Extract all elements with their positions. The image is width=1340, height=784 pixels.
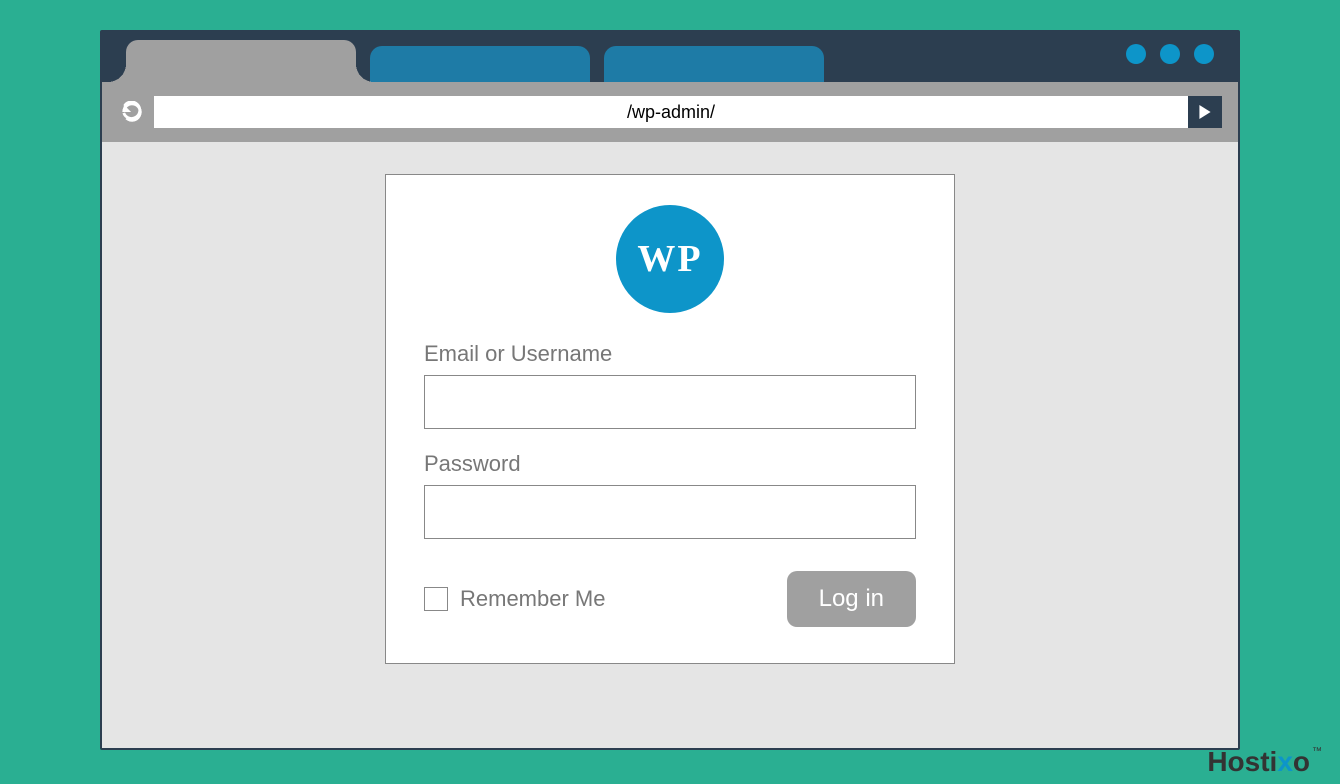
- login-button[interactable]: Log in: [787, 571, 916, 627]
- go-button[interactable]: [1188, 96, 1222, 128]
- brand-accent: x: [1277, 746, 1293, 777]
- reload-button[interactable]: [118, 98, 146, 126]
- password-label: Password: [424, 451, 916, 477]
- remember-me-label: Remember Me: [460, 586, 605, 612]
- window-dot-2[interactable]: [1160, 44, 1180, 64]
- window-controls: [1126, 44, 1214, 64]
- brand-part1: Hosti: [1207, 746, 1277, 777]
- logo-container: WP: [424, 205, 916, 313]
- email-input[interactable]: [424, 375, 916, 429]
- password-field-group: Password: [424, 451, 916, 539]
- login-card: WP Email or Username Password Remember M…: [385, 174, 955, 664]
- browser-toolbar: [102, 82, 1238, 142]
- wp-logo: WP: [616, 205, 724, 313]
- password-input[interactable]: [424, 485, 916, 539]
- brand-part2: o: [1293, 746, 1310, 777]
- wp-logo-text: WP: [637, 237, 702, 281]
- email-field-group: Email or Username: [424, 341, 916, 429]
- window-dot-3[interactable]: [1194, 44, 1214, 64]
- email-label: Email or Username: [424, 341, 916, 367]
- window-dot-1[interactable]: [1126, 44, 1146, 64]
- remember-me-checkbox[interactable]: [424, 587, 448, 611]
- browser-tab-active[interactable]: [126, 40, 356, 82]
- form-footer: Remember Me Log in: [424, 571, 916, 627]
- browser-tab-2[interactable]: [370, 46, 590, 82]
- url-input[interactable]: [154, 96, 1188, 128]
- play-icon: [1198, 105, 1212, 119]
- url-bar: [154, 96, 1222, 128]
- brand-tm: ™: [1312, 746, 1322, 757]
- browser-tab-3[interactable]: [604, 46, 824, 82]
- browser-window: WP Email or Username Password Remember M…: [100, 30, 1240, 750]
- brand-watermark: Hostixo™: [1207, 746, 1322, 778]
- page-content: WP Email or Username Password Remember M…: [102, 142, 1238, 748]
- remember-me-group: Remember Me: [424, 586, 605, 612]
- tab-strip: [102, 32, 1238, 82]
- reload-icon: [121, 101, 143, 123]
